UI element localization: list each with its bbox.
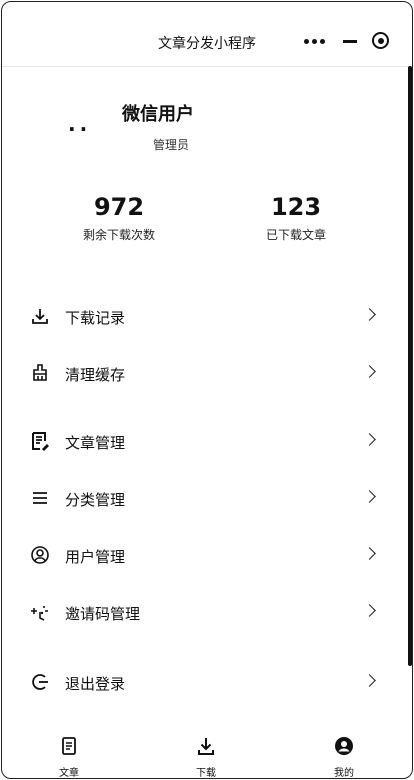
chevron-right-icon [363, 674, 376, 687]
stat-value: 972 [93, 193, 145, 221]
download-icon [198, 738, 214, 755]
menu-download-records[interactable]: 下载记录 [0, 295, 408, 339]
tab-articles[interactable]: 文章 [39, 730, 99, 779]
menu-label: 文章管理 [65, 434, 126, 452]
download-icon [32, 309, 48, 324]
mini-program-capsule [296, 30, 396, 54]
menu-label: 邀请码管理 [65, 605, 141, 623]
tab-mine[interactable]: 我的 [314, 730, 374, 779]
logout-icon [32, 674, 48, 690]
user-circle-icon [31, 546, 49, 564]
invite-sparkle-icon [31, 606, 48, 621]
tab-bar: 文章 下载 我的 [0, 730, 414, 779]
menu-logout[interactable]: 退出登录 [0, 661, 408, 705]
stat-downloaded-articles: 123 已下载文章 [216, 192, 376, 243]
menu-label: 清理缓存 [65, 366, 126, 384]
chevron-right-icon [363, 365, 376, 378]
menu-label: 分类管理 [65, 491, 126, 509]
minimize-icon[interactable] [343, 40, 357, 43]
title-bar: 文章分发小程序 [0, 0, 414, 84]
menu-label: 用户管理 [65, 548, 126, 566]
menu-user-manage[interactable]: 用户管理 [0, 534, 408, 578]
stats-section: 972 剩余下载次数 123 已下载文章 [0, 192, 414, 252]
chevron-right-icon [363, 547, 376, 560]
more-icon[interactable] [304, 39, 325, 44]
menu-invite-manage[interactable]: 邀请码管理 [0, 591, 408, 635]
chevron-right-icon [363, 433, 376, 446]
stat-label: 剩余下载次数 [82, 228, 155, 242]
tab-label: 下载 [196, 768, 216, 779]
chevron-right-icon [363, 604, 376, 617]
avatar[interactable]: .. [68, 112, 91, 136]
stat-label: 已下载文章 [265, 228, 326, 242]
tab-downloads[interactable]: 下载 [176, 730, 236, 779]
menu-clear-cache[interactable]: 清理缓存 [0, 352, 408, 396]
chevron-right-icon [363, 308, 376, 321]
menu-article-manage[interactable]: 文章管理 [0, 420, 408, 464]
profile-section: .. 微信用户 管理员 [0, 90, 414, 170]
menu-label: 下载记录 [65, 309, 126, 327]
tab-label: 文章 [59, 768, 79, 779]
chevron-right-icon [363, 490, 376, 503]
close-target-icon[interactable] [372, 32, 389, 49]
user-role: 管理员 [153, 138, 190, 152]
list-icon [33, 492, 47, 504]
tab-label: 我的 [334, 768, 354, 779]
header-divider [2, 66, 412, 67]
username: 微信用户 [122, 104, 194, 125]
menu-category-manage[interactable]: 分类管理 [0, 477, 408, 521]
broom-icon [33, 364, 47, 381]
stat-value: 123 [270, 193, 322, 221]
menu-label: 退出登录 [65, 675, 126, 693]
stat-remaining-downloads: 972 剩余下载次数 [39, 192, 199, 243]
user-circle-icon [335, 737, 353, 755]
document-icon [62, 737, 76, 755]
article-icon [32, 432, 49, 451]
